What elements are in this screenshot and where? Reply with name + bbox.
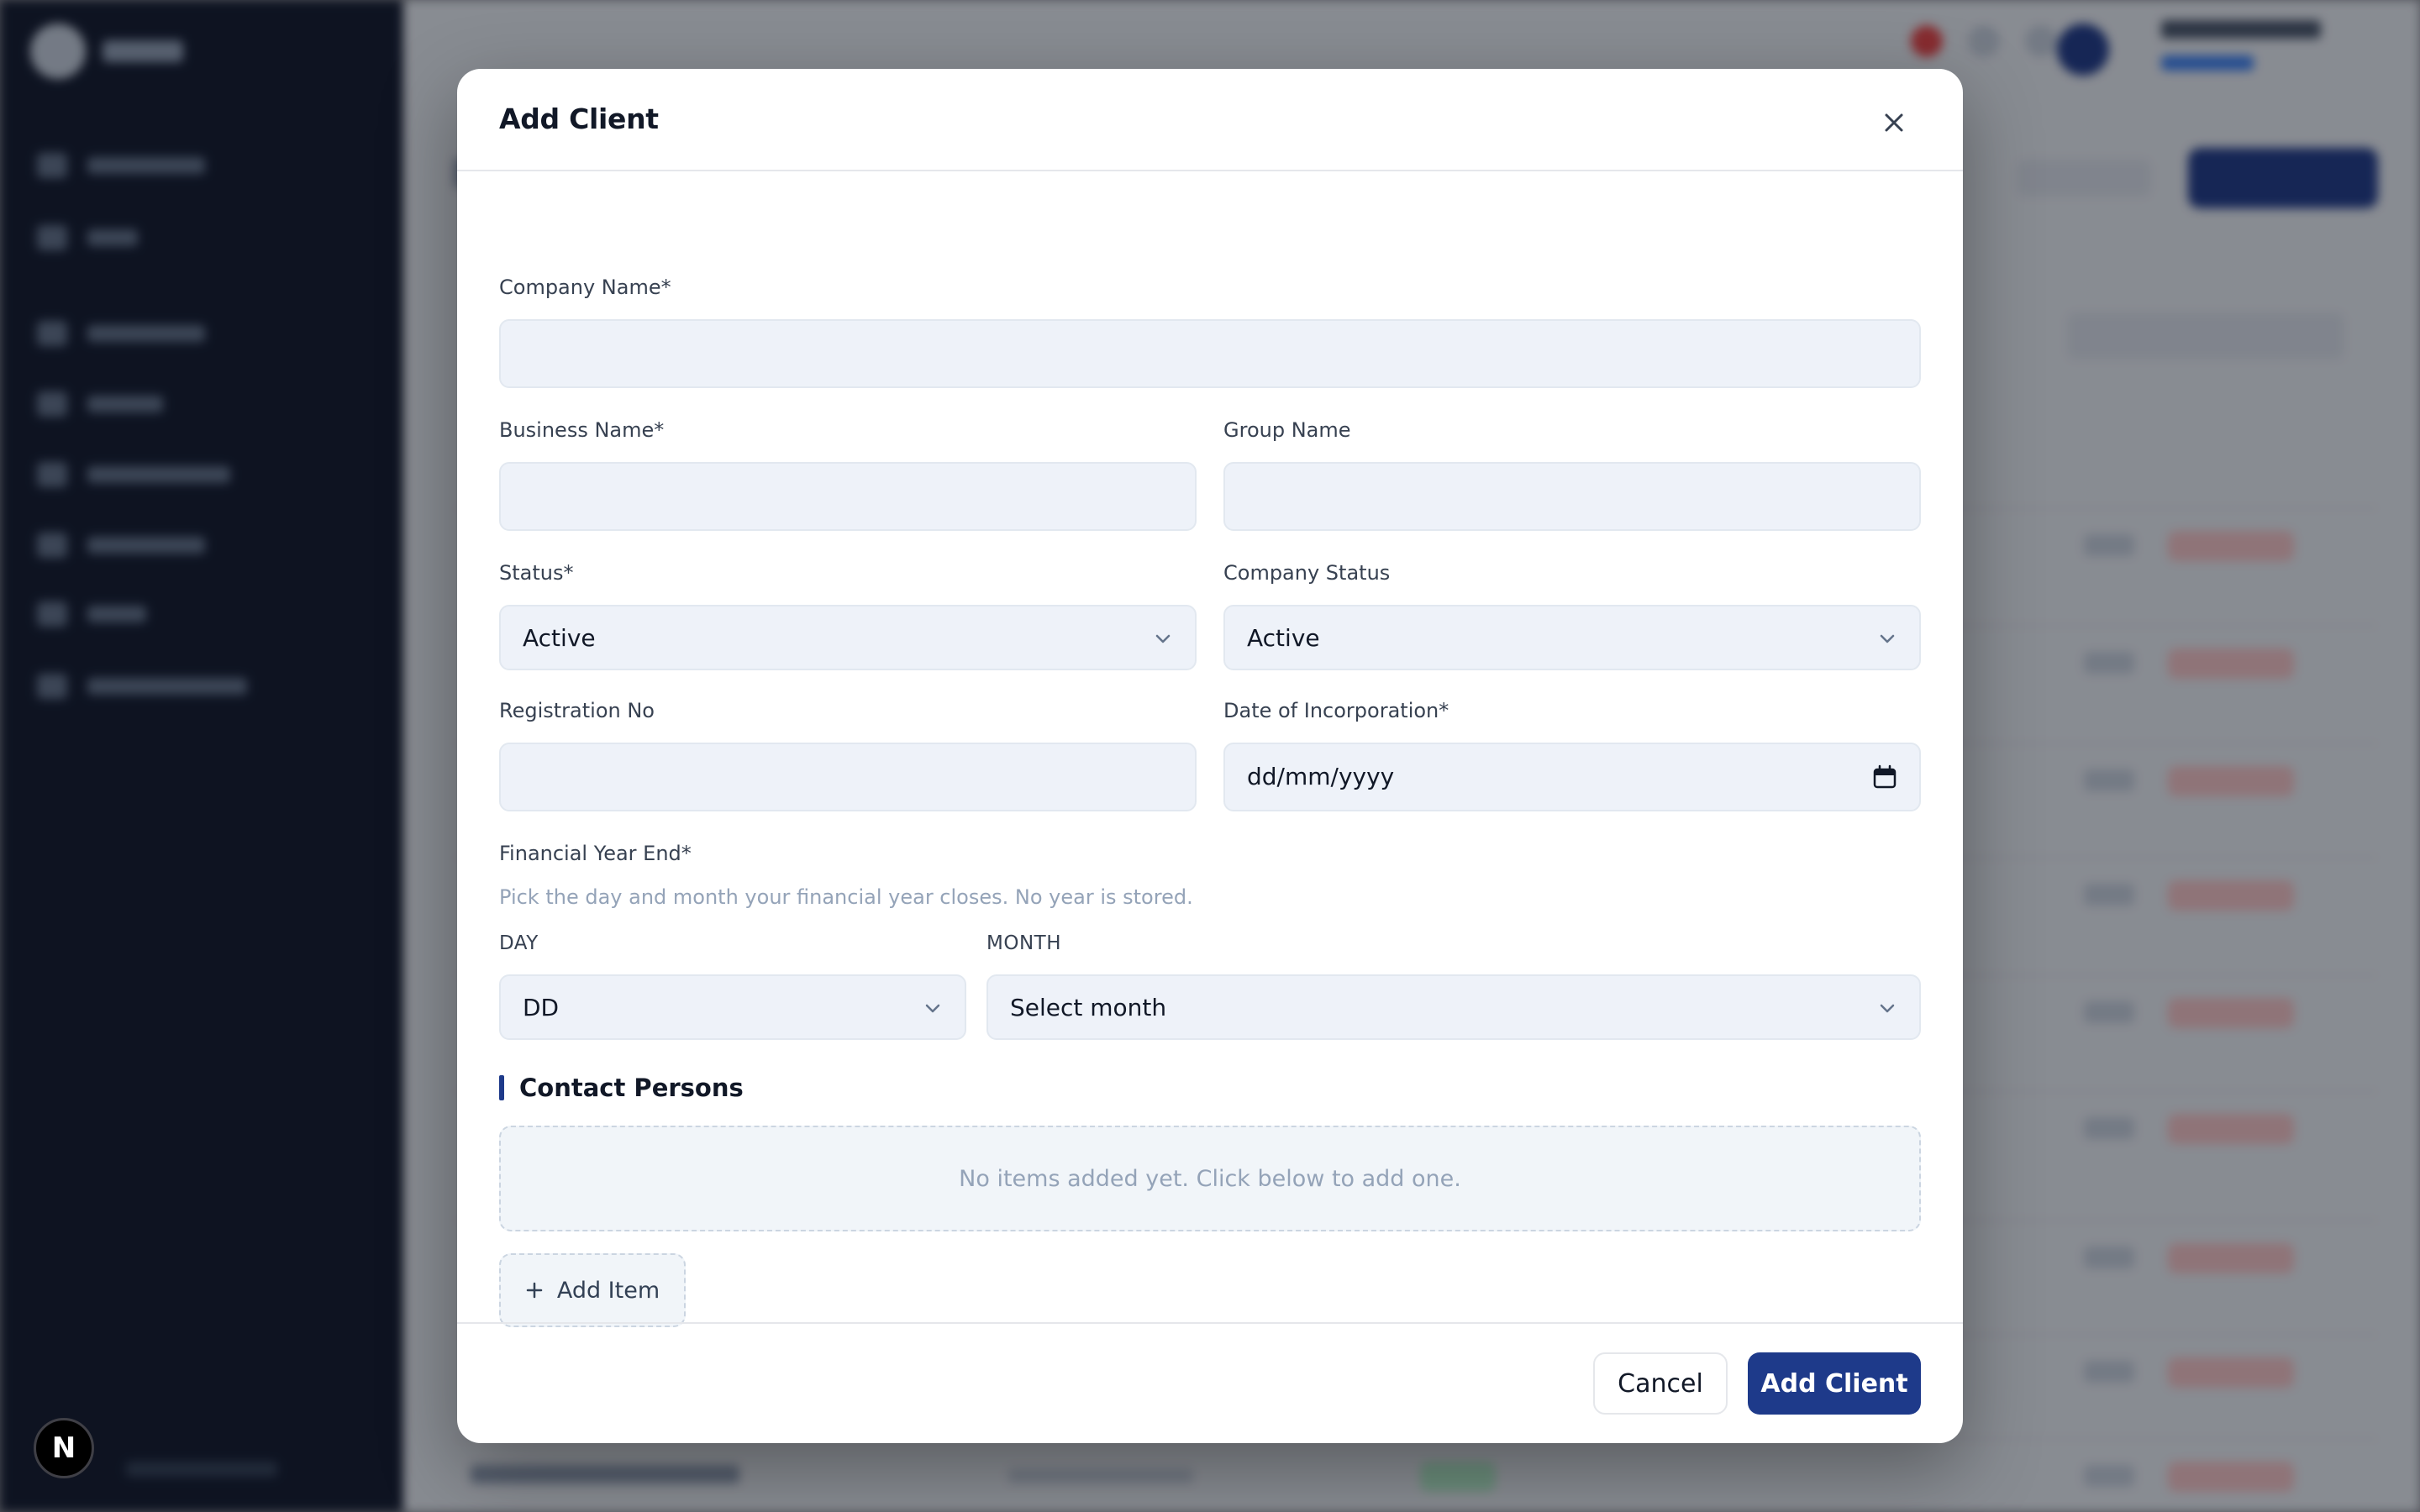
chevron-down-icon	[1880, 634, 1895, 643]
dialog-footer: Cancel Add Client	[457, 1322, 1963, 1443]
dialog-header: Add Client	[457, 69, 1963, 171]
status-select[interactable]: Active	[499, 605, 1197, 670]
dialog-title: Add Client	[499, 102, 659, 135]
add-item-label: Add Item	[556, 1277, 660, 1304]
dev-tools-badge[interactable]: N	[34, 1418, 94, 1478]
registration-no-input[interactable]	[499, 743, 1197, 811]
calendar-icon[interactable]	[1872, 764, 1897, 790]
date-of-incorporation-input[interactable]: dd/mm/yyyy	[1223, 743, 1921, 811]
status-value: Active	[523, 623, 596, 652]
add-client-button[interactable]: Add Client	[1748, 1352, 1921, 1415]
add-client-dialog: Add Client Company Name* Business Name* …	[457, 69, 1963, 1443]
company-status-select[interactable]: Active	[1223, 605, 1921, 670]
contact-persons-section-title: Contact Persons	[499, 1074, 744, 1102]
month-value: Select month	[1010, 993, 1167, 1021]
plus-icon	[526, 1282, 543, 1299]
group-name-input[interactable]	[1223, 462, 1921, 531]
business-name-label: Business Name*	[499, 418, 665, 442]
close-button[interactable]	[1877, 106, 1911, 139]
date-placeholder: dd/mm/yyyy	[1247, 763, 1395, 790]
status-label: Status*	[499, 561, 574, 585]
month-select[interactable]: Select month	[986, 974, 1921, 1040]
contact-persons-heading: Contact Persons	[519, 1074, 744, 1102]
close-icon	[1885, 113, 1903, 132]
day-value: DD	[523, 993, 560, 1021]
empty-state-text: No items added yet. Click below to add o…	[959, 1165, 1461, 1192]
chevron-down-icon	[925, 1004, 940, 1013]
business-name-input[interactable]	[499, 462, 1197, 531]
company-name-input[interactable]	[499, 319, 1921, 388]
financial-year-end-label: Financial Year End*	[499, 842, 692, 865]
chevron-down-icon	[1880, 1004, 1895, 1013]
cancel-button[interactable]: Cancel	[1593, 1352, 1728, 1415]
section-accent-bar	[499, 1075, 504, 1100]
company-status-label: Company Status	[1223, 561, 1391, 585]
add-item-button[interactable]: Add Item	[499, 1253, 686, 1327]
day-label: DAY	[499, 932, 539, 954]
date-of-incorporation-label: Date of Incorporation*	[1223, 699, 1449, 722]
chevron-down-icon	[1155, 634, 1171, 643]
month-label: MONTH	[986, 932, 1061, 954]
contact-persons-empty-state: No items added yet. Click below to add o…	[499, 1126, 1921, 1231]
registration-no-label: Registration No	[499, 699, 655, 722]
company-status-value: Active	[1247, 623, 1320, 652]
financial-year-end-hint: Pick the day and month your financial ye…	[499, 885, 1193, 909]
group-name-label: Group Name	[1223, 418, 1351, 442]
day-select[interactable]: DD	[499, 974, 966, 1040]
company-name-label: Company Name*	[499, 276, 671, 299]
